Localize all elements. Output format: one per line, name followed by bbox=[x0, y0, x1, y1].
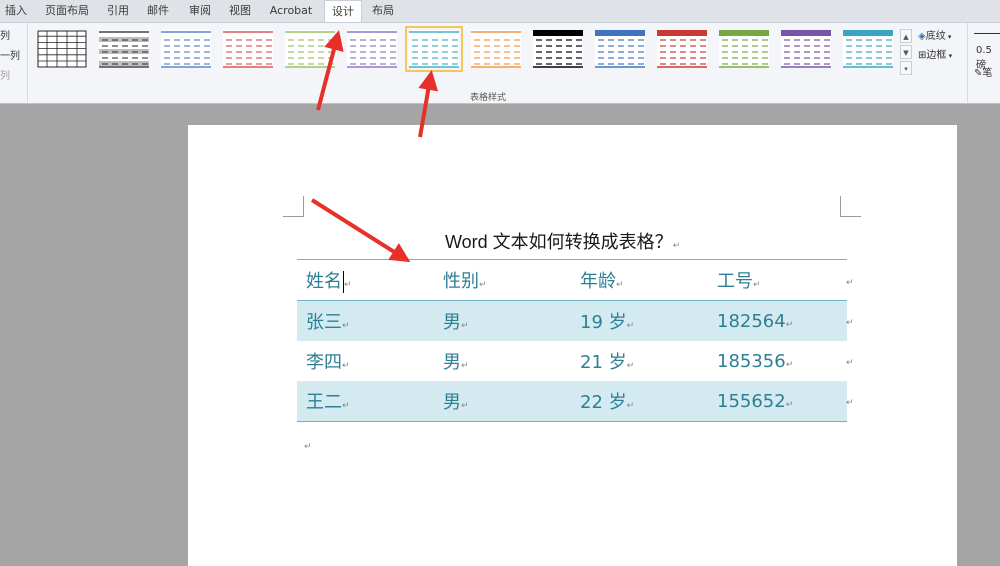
table-cell[interactable]: 性别↵ bbox=[434, 259, 571, 301]
table-cell[interactable]: 李四↵ bbox=[297, 341, 434, 381]
table-style-thumbnail[interactable] bbox=[781, 30, 831, 68]
borders-button[interactable]: ⊞边框 ▾ bbox=[918, 46, 952, 61]
end-of-row-mark: ↵ bbox=[846, 398, 854, 408]
table-style-thumbnail[interactable] bbox=[719, 30, 769, 68]
line-style-selector[interactable] bbox=[974, 25, 1000, 34]
table-style-thumbnail[interactable] bbox=[595, 30, 645, 68]
table-style-thumbnail[interactable] bbox=[471, 30, 521, 68]
watermark-url: jingyan.baidu.com bbox=[788, 516, 908, 531]
empty-paragraph-mark: ↵ bbox=[304, 442, 312, 452]
gallery-scroll-up[interactable]: ▲ bbox=[900, 29, 912, 43]
table-row: 王二↵ 男↵ 22 岁↵ 155652↵ bbox=[297, 381, 847, 422]
table-cell[interactable]: 185356↵ bbox=[708, 341, 847, 381]
table-style-thumbnail[interactable] bbox=[223, 30, 273, 68]
tab-page-layout[interactable]: 页面布局 bbox=[38, 0, 96, 22]
table-style-thumbnail[interactable] bbox=[533, 30, 583, 68]
table-style-thumbnail[interactable] bbox=[37, 30, 87, 68]
group-label-table-styles: 表格样式 bbox=[470, 93, 507, 103]
table-cell[interactable]: 男↵ bbox=[434, 300, 571, 341]
table-row: 李四↵ 男↵ 21 岁↵ 185356↵ bbox=[297, 341, 847, 381]
table-cell[interactable]: 182564↵ bbox=[708, 300, 847, 341]
style-option-banded-columns[interactable]: 列 bbox=[0, 67, 10, 82]
gallery-more-button[interactable]: ▾ bbox=[900, 61, 912, 75]
watermark-logo-text: Baidu经验 bbox=[760, 465, 955, 512]
table-cell[interactable]: 155652↵ bbox=[708, 381, 847, 422]
table-cell[interactable]: 张三↵ bbox=[297, 300, 434, 341]
table-style-thumbnail[interactable] bbox=[161, 30, 211, 68]
document-table[interactable]: 姓名 ↵ 性别↵ 年龄↵ 工号↵ 张三↵ 男↵ 19 岁↵ 182564↵ 李四↵… bbox=[297, 259, 847, 422]
table-cell[interactable]: 男↵ bbox=[434, 341, 571, 381]
paint-bucket-icon: ◈ bbox=[918, 31, 926, 42]
group-separator bbox=[967, 23, 968, 103]
margin-corner-top-right bbox=[840, 196, 861, 217]
table-cell[interactable]: 姓名 ↵ bbox=[297, 259, 434, 301]
style-option-first-column[interactable]: 列 bbox=[0, 27, 10, 42]
tab-design[interactable]: 设计 bbox=[324, 0, 362, 22]
table-row: 张三↵ 男↵ 19 岁↵ 182564↵ bbox=[297, 300, 847, 341]
tab-acrobat[interactable]: Acrobat bbox=[262, 0, 320, 22]
table-cell[interactable]: 22 岁↵ bbox=[571, 381, 708, 422]
table-cell[interactable]: 王二↵ bbox=[297, 381, 434, 422]
tab-mailings[interactable]: 邮件 bbox=[140, 0, 176, 22]
table-cell[interactable]: 男↵ bbox=[434, 381, 571, 422]
table-header-row: 姓名 ↵ 性别↵ 年龄↵ 工号↵ bbox=[297, 259, 847, 301]
table-style-thumbnail[interactable] bbox=[657, 30, 707, 68]
table-style-thumbnail[interactable] bbox=[843, 30, 893, 68]
ribbon-tab-bar: 插入 页面布局 引用 邮件 审阅 视图 Acrobat 设计 布局 bbox=[0, 0, 1000, 22]
table-cell[interactable]: 工号↵ bbox=[708, 259, 847, 301]
tab-references[interactable]: 引用 bbox=[100, 0, 136, 22]
gallery-scroll-down[interactable]: ▼ bbox=[900, 45, 912, 59]
table-style-thumbnail[interactable] bbox=[99, 30, 149, 68]
margin-corner-top-left bbox=[283, 196, 304, 217]
table-style-thumbnail[interactable] bbox=[347, 30, 397, 68]
tab-layout[interactable]: 布局 bbox=[364, 0, 402, 22]
document-heading[interactable]: Word 文本如何转换成表格？↵ bbox=[445, 228, 680, 254]
table-cell[interactable]: 19 岁↵ bbox=[571, 300, 708, 341]
table-cell[interactable]: 21 岁↵ bbox=[571, 341, 708, 381]
style-option-last-column[interactable]: 一列 bbox=[0, 47, 20, 62]
table-style-thumbnail[interactable] bbox=[285, 30, 335, 68]
end-of-row-mark: ↵ bbox=[846, 318, 854, 328]
table-style-thumbnail[interactable] bbox=[405, 26, 463, 72]
group-separator bbox=[27, 23, 28, 103]
pen-color-button[interactable]: ✎笔 bbox=[974, 64, 992, 79]
tab-insert[interactable]: 插入 bbox=[0, 0, 32, 22]
baidu-watermark: Baidu经验 jingyan.baidu.com bbox=[760, 455, 955, 531]
end-of-row-mark: ↵ bbox=[846, 358, 854, 368]
shading-button[interactable]: ◈底纹 ▾ bbox=[918, 27, 951, 42]
ribbon-panel: 列 一列 列 ▲ ▼ ▾ 表格样式 ◈底纹 ▾ ⊞边框 ▾ 0.5 磅 ✎笔 bbox=[0, 22, 1000, 104]
tab-view[interactable]: 视图 bbox=[222, 0, 258, 22]
table-cell[interactable]: 年龄↵ bbox=[571, 259, 708, 301]
end-of-row-mark: ↵ bbox=[846, 278, 854, 288]
tab-review[interactable]: 审阅 bbox=[182, 0, 218, 22]
